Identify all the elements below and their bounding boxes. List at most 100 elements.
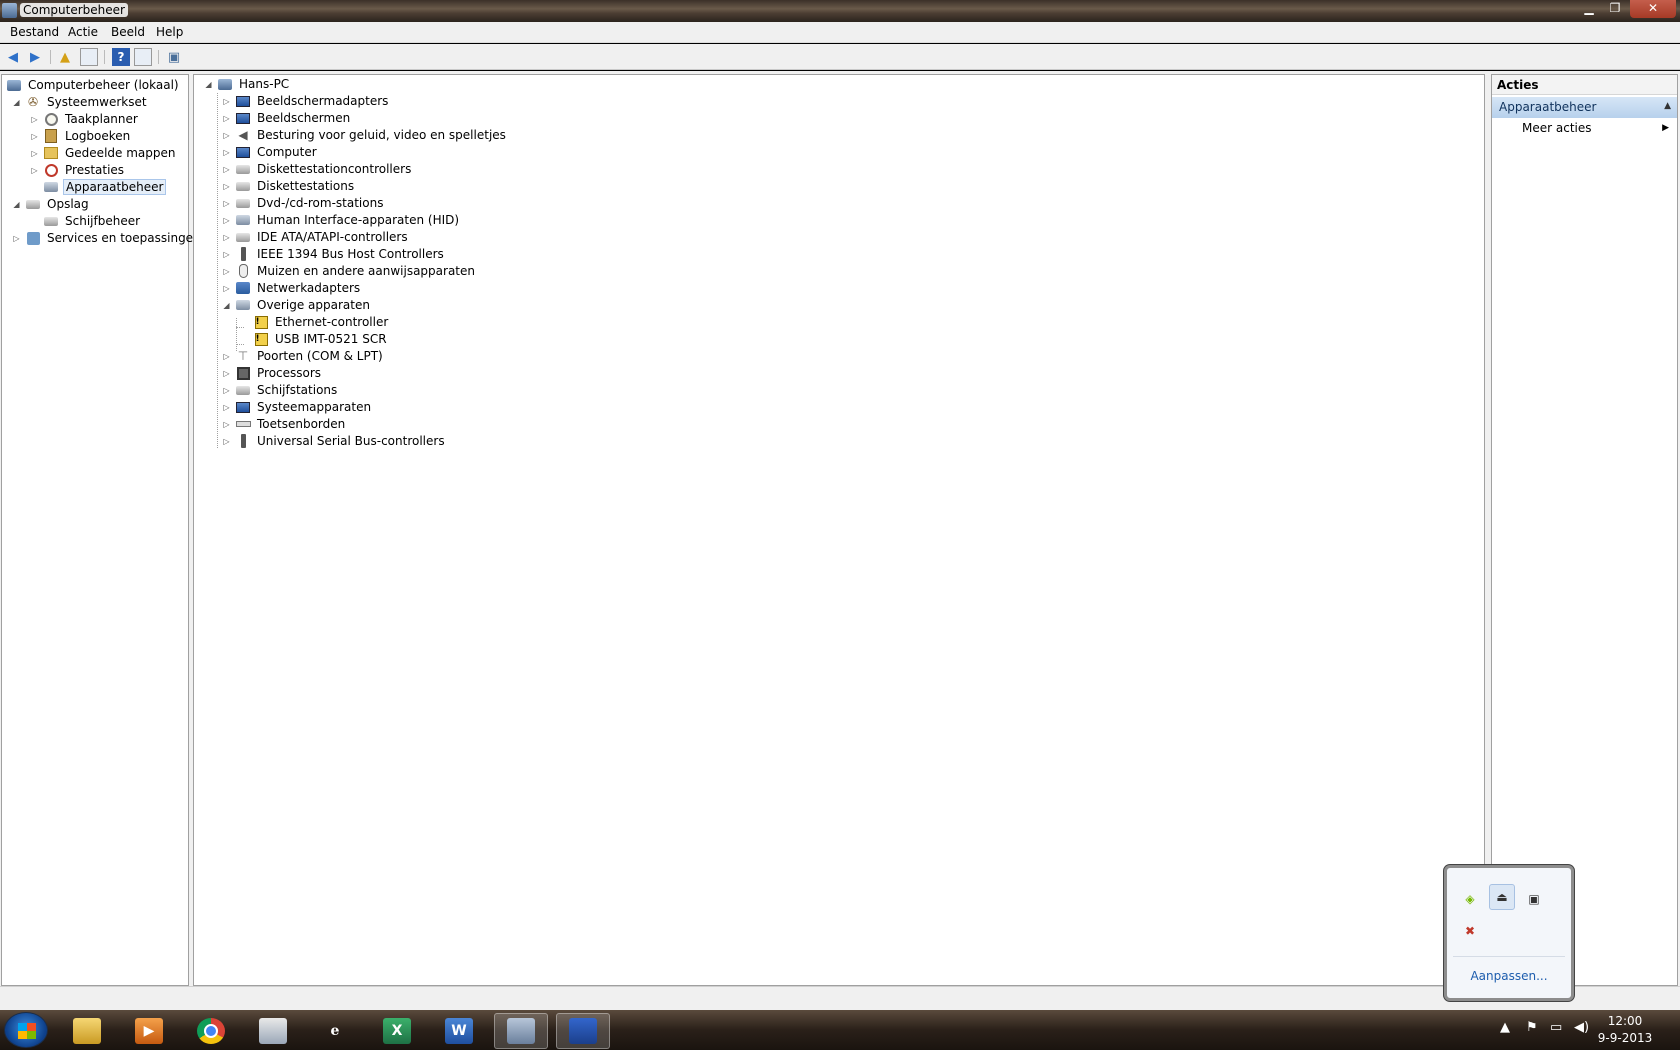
taskbar-computerbeheer[interactable] [494,1013,548,1049]
menu-bestand[interactable]: Bestand [10,25,59,39]
expand-icon[interactable]: ▷ [222,182,231,191]
menu-help[interactable]: Help [156,25,183,39]
taskbar-chrome[interactable] [184,1013,238,1049]
shared-folder-icon [44,147,58,159]
expand-icon[interactable]: ▷ [222,165,231,174]
expand-icon[interactable]: ▷ [222,284,231,293]
device-item[interactable]: ! USB IMT-0521 SCR [253,330,389,348]
device-category[interactable]: ▷ Muizen en andere aanwijsapparaten [222,262,477,280]
network-icon[interactable]: ▭ [1550,1020,1562,1035]
device-category[interactable]: ▷ Netwerkadapters [222,279,362,297]
device-category[interactable]: ▷ Computer [222,143,319,161]
toolbar-separator [104,50,105,64]
expand-icon[interactable]: ▷ [30,149,39,158]
expand-icon[interactable]: ▷ [222,369,231,378]
collapse-icon[interactable]: ◢ [12,98,21,107]
taskbar-explorer[interactable] [60,1013,114,1049]
expand-icon[interactable]: ▷ [30,132,39,141]
device-item[interactable]: ! Ethernet-controller [253,313,390,331]
device-category[interactable]: ▷ Diskettestationcontrollers [222,160,413,178]
expand-icon[interactable]: ▷ [222,403,231,412]
device-category-overige[interactable]: ◢ Overige apparaten [222,296,372,314]
usb-device-icon[interactable]: ⏏ [1489,884,1515,910]
expand-icon[interactable]: ▷ [222,250,231,259]
computer-icon [7,79,21,91]
collapse-icon[interactable]: ◢ [204,80,213,89]
show-hidden-icons-icon[interactable]: ▲ [1500,1020,1510,1035]
device-category[interactable]: ▷ Beeldschermen [222,109,352,127]
expand-icon[interactable]: ▷ [30,166,39,175]
expand-icon[interactable]: ▷ [222,420,231,429]
menu-beeld[interactable]: Beeld [111,25,145,39]
actions-section[interactable]: Apparaatbeheer ▲ [1492,97,1677,118]
expand-icon[interactable]: ▷ [222,199,231,208]
taskbar-media-player[interactable]: ▶ [122,1013,176,1049]
drive-icon[interactable]: ▣ [1521,886,1547,912]
menu-actie[interactable]: Actie [68,25,98,39]
expand-icon[interactable]: ▷ [222,97,231,106]
taskbar-ie[interactable]: e [308,1013,362,1049]
taskbar-mail[interactable] [246,1013,300,1049]
maximize-button[interactable]: ❐ [1602,0,1628,18]
tree-prestaties[interactable]: ▷ Prestaties [30,161,126,179]
tree-guide [236,327,244,328]
expand-icon[interactable]: ▷ [12,234,21,243]
clock[interactable]: 12:00 9-9-2013 [1586,1013,1664,1047]
device-category[interactable]: ▷ Processors [222,364,323,382]
device-category[interactable]: ▷ Toetsenborden [222,415,347,433]
start-button[interactable] [4,1012,48,1048]
device-category[interactable]: ▷ Dvd-/cd-rom-stations [222,194,385,212]
close-button[interactable]: ✕ [1630,0,1676,18]
tree-apparaatbeheer[interactable]: Apparaatbeheer [30,178,167,196]
keyboard-icon [235,421,251,427]
expand-icon[interactable]: ▷ [222,114,231,123]
help-icon[interactable]: ? [112,48,130,66]
collapse-icon[interactable]: ◢ [12,200,21,209]
taskbar-word[interactable]: W [432,1013,486,1049]
device-category[interactable]: ▷ Diskettestations [222,177,356,195]
collapse-up-icon[interactable]: ▲ [1664,101,1671,111]
customize-link[interactable]: Aanpassen... [1447,969,1571,983]
device-category[interactable]: ▷ ◀ Besturing voor geluid, video en spel… [222,126,508,144]
red-flag-icon[interactable]: ✖ [1457,918,1483,944]
action-center-flag-icon[interactable]: ⚑ [1526,1020,1538,1035]
tree-logboeken[interactable]: ▷ Logboeken [30,127,132,145]
expand-icon[interactable]: ▷ [222,233,231,242]
tree-systeemwerkset[interactable]: ◢ ✇ Systeemwerkset [12,93,149,111]
device-category[interactable]: ▷ IEEE 1394 Bus Host Controllers [222,245,446,263]
device-category[interactable]: ▷ ⊤ Poorten (COM & LPT) [222,347,385,365]
tree-taakplanner[interactable]: ▷ Taakplanner [30,110,140,128]
tree-root[interactable]: Computerbeheer (lokaal) [6,76,181,94]
expand-icon[interactable]: ▷ [222,352,231,361]
device-category[interactable]: ▷ Universal Serial Bus-controllers [222,432,447,450]
properties-icon[interactable]: ▣ [165,48,183,66]
device-category[interactable]: ▷ Systeemapparaten [222,398,373,416]
device-category[interactable]: ▷ Human Interface-apparaten (HID) [222,211,461,229]
device-category[interactable]: ▷ Beeldschermadapters [222,92,390,110]
collapse-icon[interactable]: ◢ [222,301,231,310]
nvidia-icon[interactable]: ◈ [1457,886,1483,912]
tree-opslag[interactable]: ◢ Opslag [12,195,91,213]
up-icon[interactable]: ▲ [56,48,74,66]
expand-icon[interactable]: ▷ [222,267,231,276]
expand-icon[interactable]: ▷ [222,216,231,225]
forward-icon[interactable]: ▶ [26,48,44,66]
expand-icon[interactable]: ▷ [222,131,231,140]
expand-icon[interactable]: ▷ [222,148,231,157]
taskbar-excel[interactable]: X [370,1013,424,1049]
tree-services[interactable]: ▷ Services en toepassingen [12,229,203,247]
expand-icon[interactable]: ▷ [30,115,39,124]
show-hide-action-icon[interactable] [134,48,152,66]
back-icon[interactable]: ◀ [4,48,22,66]
device-root[interactable]: ◢ Hans-PC [204,75,291,93]
more-actions[interactable]: Meer acties [1522,121,1592,135]
expand-icon[interactable]: ▷ [222,386,231,395]
taskbar-floppy-app[interactable] [556,1013,610,1049]
device-category[interactable]: ▷ IDE ATA/ATAPI-controllers [222,228,410,246]
tree-gedeelde-mappen[interactable]: ▷ Gedeelde mappen [30,144,177,162]
expand-icon[interactable]: ▷ [222,437,231,446]
device-category[interactable]: ▷ Schijfstations [222,381,339,399]
show-hide-tree-icon[interactable] [80,48,98,66]
tree-schijfbeheer[interactable]: Schijfbeheer [30,212,142,230]
minimize-button[interactable]: ▁ [1576,0,1602,18]
